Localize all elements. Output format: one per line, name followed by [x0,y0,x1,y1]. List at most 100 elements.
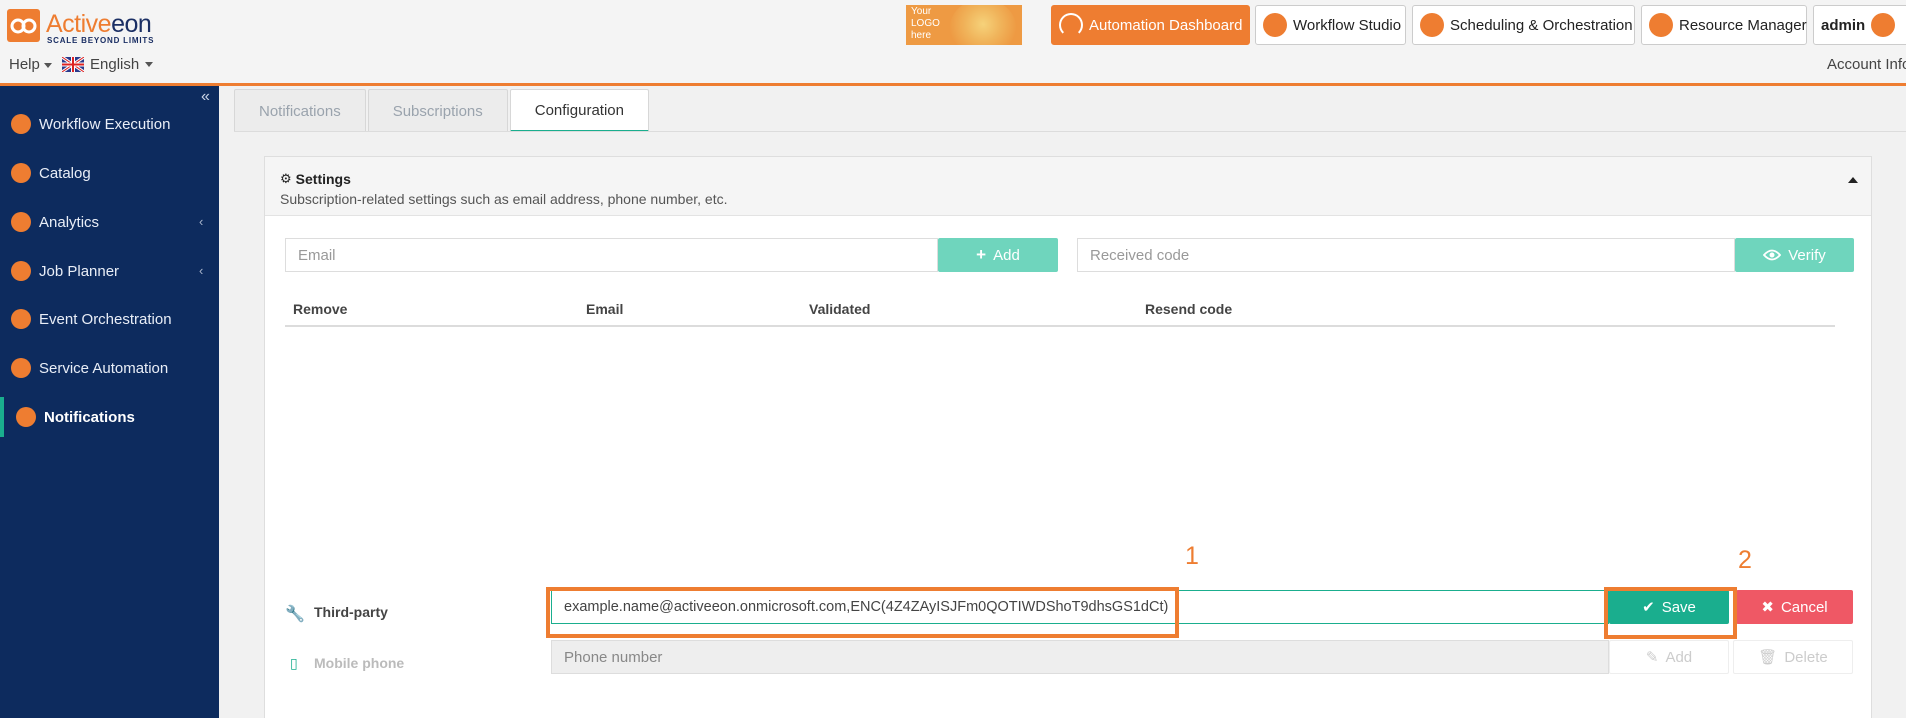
sidebar-item-label: Catalog [39,164,91,182]
mobile-phone-icon: ▯ [290,655,298,671]
paas-icon [11,358,31,378]
code-placeholder: Received code [1090,246,1190,264]
automation-dashboard-button[interactable]: Automation Dashboard [1051,5,1250,45]
analytics-icon [11,212,31,232]
workflow-studio-icon [1263,13,1287,37]
catalog-icon [11,163,31,183]
verify-button[interactable]: Verify [1735,238,1854,272]
tab-configuration[interactable]: Configuration [509,89,649,132]
speedometer-icon [11,114,31,134]
resource-manager-label: Resource Manager [1679,16,1807,34]
add-phone-label: Add [1665,648,1693,666]
sidebar-item-event-orchestration[interactable]: Event Orchestration [0,299,219,339]
sidebar-item-job-planner[interactable]: Job Planner ‹ [0,251,219,291]
workflow-studio-label: Workflow Studio [1293,16,1402,34]
sidebar-item-service-automation[interactable]: Service Automation [0,348,219,388]
delete-phone-button[interactable]: 🗑 Delete [1733,640,1853,674]
sidebar-item-analytics[interactable]: Analytics ‹ [0,202,219,242]
logo-tagline: SCALE BEYOND LIMITS [47,36,155,45]
wrench-icon: 🔧 [285,606,305,623]
email-input[interactable]: Email [285,238,938,272]
event-icon [11,309,31,329]
double-chevron-left-icon[interactable]: « [201,89,210,105]
account-info-link[interactable]: Account Info [1827,56,1906,73]
sidebar-item-label: Notifications [44,408,135,426]
speedometer-icon [1059,13,1083,37]
custom-logo-placeholder: Your LOGO here [906,5,1022,45]
uk-flag-icon [62,57,84,72]
sidebar-item-label: Event Orchestration [39,310,172,328]
eye-icon [1763,249,1782,261]
settings-panel-header[interactable]: ⚙ Settings Subscription-related settings… [265,157,1871,216]
chevron-down-icon [145,62,154,67]
help-menu[interactable]: Help [9,56,52,73]
settings-title: ⚙ Settings [280,171,351,187]
gear-icon: ⚙ [280,171,292,186]
third-party-label: Third-party [314,604,388,620]
chevron-left-icon: ‹ [199,263,204,278]
received-code-input[interactable]: Received code [1077,238,1735,272]
language-menu[interactable]: English [62,56,154,73]
annotation-number-1: 1 [1185,542,1199,570]
logo-placeholder-text: Your LOGO here [911,6,940,41]
help-label: Help [9,56,40,73]
admin-label: admin [1821,16,1866,34]
sidebar-item-label: Workflow Execution [39,115,171,133]
tab-subscriptions[interactable]: Subscriptions [367,89,508,132]
collapse-up-icon[interactable] [1848,177,1858,183]
phone-number-input[interactable]: Phone number [551,640,1609,674]
add-email-button[interactable]: + Add [938,238,1058,272]
cancel-label: Cancel [1780,598,1828,616]
admin-user-button[interactable]: admin [1813,5,1906,45]
workflow-studio-button[interactable]: Workflow Studio [1255,5,1406,45]
column-resend-code: Resend code [1145,301,1233,317]
sidebar-item-notifications[interactable]: Notifications [0,397,219,437]
sidebar-item-workflow-execution[interactable]: Workflow Execution [0,104,219,144]
pencil-icon: ✎ [1645,649,1659,666]
logo-name-part2: eon [111,10,152,38]
scheduling-label: Scheduling & Orchestration [1450,16,1633,34]
logo-mark-icon [7,9,40,42]
sidebar-item-label: Service Automation [39,359,169,377]
column-validated: Validated [809,301,871,317]
settings-subtitle: Subscription-related settings such as em… [280,191,728,207]
logo-face-icon [950,5,1016,45]
phone-placeholder: Phone number [564,648,663,666]
annotation-box-step-2 [1604,587,1737,639]
email-placeholder: Email [298,246,336,264]
email-table-header: Remove Email Validated Resend code [285,297,1835,327]
sidebar: « Workflow Execution Catalog Analytics ‹… [0,86,219,718]
logout-icon [1871,13,1896,37]
sidebar-item-label: Job Planner [39,262,120,280]
notification-icon [16,407,36,427]
resource-manager-button[interactable]: Resource Manager [1641,5,1807,45]
chevron-down-icon [43,62,52,68]
delete-phone-label: Delete [1784,648,1828,666]
automation-dashboard-label: Automation Dashboard [1089,16,1243,34]
tab-bar: Notifications Subscriptions Configuratio… [234,89,651,132]
mobile-phone-label: Mobile phone [314,655,405,671]
trash-icon: 🗑 [1758,649,1778,666]
scheduling-icon [1420,13,1444,37]
add-phone-button[interactable]: ✎ Add [1609,640,1729,674]
chevron-left-icon: ‹ [199,214,204,229]
settings-title-text: Settings [295,171,351,187]
scheduling-orchestration-button[interactable]: Scheduling & Orchestration [1412,5,1635,45]
close-icon: ✖ [1761,599,1774,616]
cancel-button[interactable]: ✖ Cancel [1736,590,1853,624]
logo-text: Activeeon [46,10,152,38]
annotation-box-step-1 [546,587,1179,638]
plus-icon: + [976,245,987,264]
tab-divider [234,131,1906,132]
sidebar-item-catalog[interactable]: Catalog [0,153,219,193]
top-header: Activeeon SCALE BEYOND LIMITS Help Engli… [0,0,1906,86]
add-email-label: Add [993,246,1020,264]
activeeon-logo[interactable]: Activeeon SCALE BEYOND LIMITS [7,9,155,45]
annotation-number-2: 2 [1738,546,1752,574]
clock-icon [11,261,31,281]
column-remove: Remove [293,301,348,317]
logo-name-part1: Active [46,10,112,38]
tab-notifications[interactable]: Notifications [234,89,366,132]
verify-label: Verify [1788,246,1826,264]
column-email: Email [586,301,624,317]
